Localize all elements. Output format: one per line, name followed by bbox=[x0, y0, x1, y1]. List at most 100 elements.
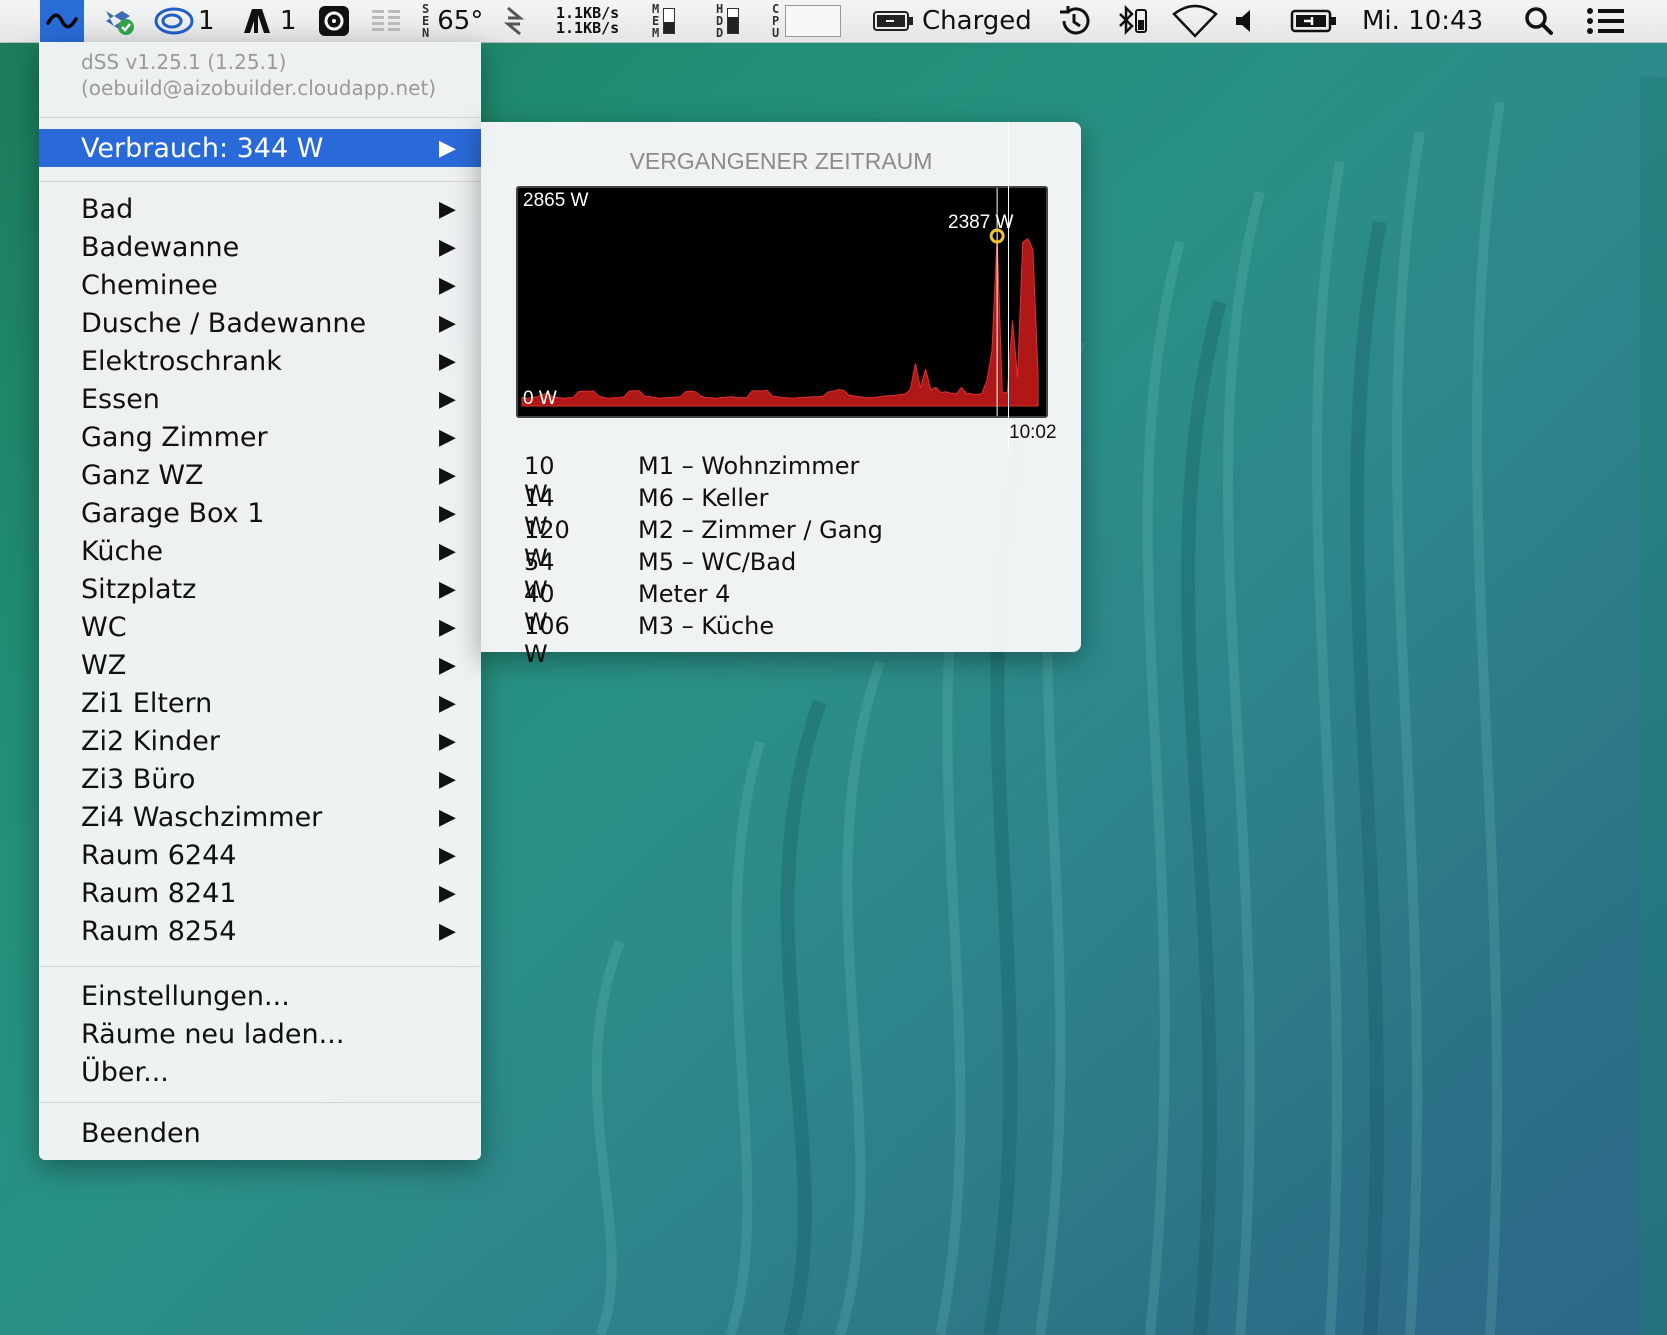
menu-item-room[interactable]: Garage Box 1 ▶ bbox=[39, 494, 481, 532]
submenu-arrow-icon: ▶ bbox=[439, 804, 456, 830]
menu-item-room[interactable]: Badewanne ▶ bbox=[39, 228, 481, 266]
version-label: dSS v1.25.1 (1.25.1) bbox=[81, 50, 287, 74]
clock-text: Mi. 10:43 bbox=[1362, 6, 1484, 36]
room-label: Essen bbox=[81, 383, 160, 415]
menu-item-reload-rooms[interactable]: Räume neu laden... bbox=[39, 1015, 481, 1053]
istat-icon bbox=[319, 6, 349, 36]
settings-label: Einstellungen... bbox=[81, 980, 290, 1012]
memory-meter[interactable]: MEM bbox=[652, 0, 676, 42]
wave-icon bbox=[46, 13, 78, 29]
dropbox-sync-status[interactable] bbox=[100, 0, 136, 42]
notification-center-button[interactable] bbox=[1586, 0, 1626, 42]
meter-name: M3 – Küche bbox=[638, 612, 775, 640]
menu-item-room[interactable]: Küche ▶ bbox=[39, 532, 481, 570]
menu-item-consumption[interactable]: Verbrauch: 344 W ▶ bbox=[39, 129, 481, 167]
dropbox-sync-icon bbox=[106, 11, 134, 35]
separator bbox=[39, 1102, 481, 1103]
room-label: Dusche / Badewanne bbox=[81, 307, 367, 339]
wifi-status[interactable] bbox=[1172, 0, 1218, 42]
menu-item-room[interactable]: Zi1 Eltern ▶ bbox=[39, 684, 481, 722]
submenu-arrow-icon: ▶ bbox=[439, 424, 456, 450]
time-machine-icon bbox=[1060, 6, 1090, 35]
menu-item-room[interactable]: WC ▶ bbox=[39, 608, 481, 646]
sensor-label: SEN bbox=[422, 2, 430, 40]
adobe-status[interactable]: 1 bbox=[242, 0, 297, 42]
menu-item-room[interactable]: Raum 8241 ▶ bbox=[39, 874, 481, 912]
menu-item-room[interactable]: Bad ▶ bbox=[39, 190, 481, 228]
consumption-submenu: VERGANGENER ZEITRAUM 2865 W 0 W 2387 W 1… bbox=[481, 122, 1081, 668]
dss-dropdown-menu: dSS v1.25.1 (1.25.1) (oebuild@aizobuilde… bbox=[39, 42, 481, 1160]
spotlight-button[interactable] bbox=[1524, 0, 1554, 42]
menu-item-room[interactable]: Zi3 Büro ▶ bbox=[39, 760, 481, 798]
submenu-arrow-icon: ▶ bbox=[439, 614, 456, 640]
power-source-status[interactable] bbox=[1290, 0, 1338, 42]
battery-plug-icon bbox=[1290, 9, 1336, 33]
sensor-temperature[interactable]: SEN 65° bbox=[422, 0, 483, 42]
quit-label: Beenden bbox=[81, 1117, 201, 1149]
meter-name: M1 – Wohnzimmer bbox=[638, 452, 860, 480]
submenu-arrow-icon: ▶ bbox=[439, 500, 456, 526]
submenu-arrow-icon: ▶ bbox=[439, 135, 456, 161]
submenu-arrow-icon: ▶ bbox=[439, 272, 456, 298]
menu-item-settings[interactable]: Einstellungen... bbox=[39, 977, 481, 1015]
bluetooth-battery-icon bbox=[1119, 4, 1147, 36]
separator bbox=[39, 966, 481, 967]
menu-item-room[interactable]: Elektroschrank ▶ bbox=[39, 342, 481, 380]
menu-item-room[interactable]: Dusche / Badewanne ▶ bbox=[39, 304, 481, 342]
adobe-count: 1 bbox=[280, 6, 297, 36]
dss-app-status-item[interactable] bbox=[40, 0, 84, 42]
menu-item-room[interactable]: Zi4 Waschzimmer ▶ bbox=[39, 798, 481, 836]
room-label: Sitzplatz bbox=[81, 573, 197, 605]
menu-item-room[interactable]: Ganz WZ ▶ bbox=[39, 456, 481, 494]
cpu-meter[interactable]: CPU bbox=[772, 0, 842, 42]
cpu-history-meter[interactable] bbox=[370, 0, 404, 42]
network-throughput[interactable]: 1.1KB/s 1.1KB/s bbox=[556, 0, 619, 42]
hdd-level-bar bbox=[727, 8, 740, 34]
submenu-arrow-icon: ▶ bbox=[439, 880, 456, 906]
menu-item-room[interactable]: Essen ▶ bbox=[39, 380, 481, 418]
bluetooth-status[interactable] bbox=[1116, 0, 1150, 42]
menu-item-room[interactable]: Sitzplatz ▶ bbox=[39, 570, 481, 608]
meter-name: M2 – Zimmer / Gang bbox=[638, 516, 883, 544]
menu-item-quit[interactable]: Beenden bbox=[39, 1114, 481, 1152]
room-label: Elektroschrank bbox=[81, 345, 282, 377]
menu-item-room[interactable]: Cheminee ▶ bbox=[39, 266, 481, 304]
room-label: Raum 6244 bbox=[81, 839, 237, 871]
istat-status[interactable] bbox=[318, 0, 350, 42]
list-icon bbox=[1587, 8, 1624, 34]
submenu-arrow-icon: ▶ bbox=[439, 234, 456, 260]
menu-item-room[interactable]: Raum 8254 ▶ bbox=[39, 912, 481, 950]
room-label: Zi3 Büro bbox=[81, 763, 196, 795]
meter-watts: 106 W bbox=[524, 612, 570, 668]
speaker-icon bbox=[1236, 10, 1250, 32]
clock[interactable]: Mi. 10:43 bbox=[1362, 0, 1483, 42]
submenu-arrow-icon: ▶ bbox=[439, 348, 456, 374]
room-label: Zi4 Waschzimmer bbox=[81, 801, 323, 833]
about-label: Über... bbox=[81, 1056, 169, 1088]
submenu-arrow-icon: ▶ bbox=[439, 310, 456, 336]
time-cursor-line bbox=[1008, 122, 1009, 450]
disk-meter[interactable]: HDD bbox=[716, 0, 740, 42]
bar-meter-icon bbox=[372, 10, 400, 31]
y-min-label: 0 W bbox=[523, 388, 557, 409]
mem-level-bar bbox=[663, 8, 676, 34]
submenu-arrow-icon: ▶ bbox=[439, 576, 456, 602]
room-label: Badewanne bbox=[81, 231, 240, 263]
cursor-time-label: 10:02 bbox=[1009, 422, 1057, 443]
battery-status[interactable]: Charged bbox=[872, 0, 1032, 42]
adobe-icon bbox=[244, 9, 270, 33]
time-machine-status[interactable] bbox=[1056, 0, 1092, 42]
submenu-arrow-icon: ▶ bbox=[439, 728, 456, 754]
creative-cloud-status[interactable]: 1 bbox=[154, 0, 215, 42]
y-max-label: 2865 W bbox=[523, 190, 589, 211]
menu-item-about[interactable]: Über... bbox=[39, 1053, 481, 1091]
menu-item-room[interactable]: WZ ▶ bbox=[39, 646, 481, 684]
menu-item-room[interactable]: Gang Zimmer ▶ bbox=[39, 418, 481, 456]
fan-status[interactable] bbox=[504, 0, 524, 42]
room-label: WC bbox=[81, 611, 127, 643]
volume-status[interactable] bbox=[1234, 0, 1256, 42]
menu-item-room[interactable]: Zi2 Kinder ▶ bbox=[39, 722, 481, 760]
build-label: (oebuild@aizobuilder.cloudapp.net) bbox=[81, 76, 437, 100]
menu-item-room[interactable]: Raum 6244 ▶ bbox=[39, 836, 481, 874]
cpu-label: CPU bbox=[772, 2, 780, 40]
